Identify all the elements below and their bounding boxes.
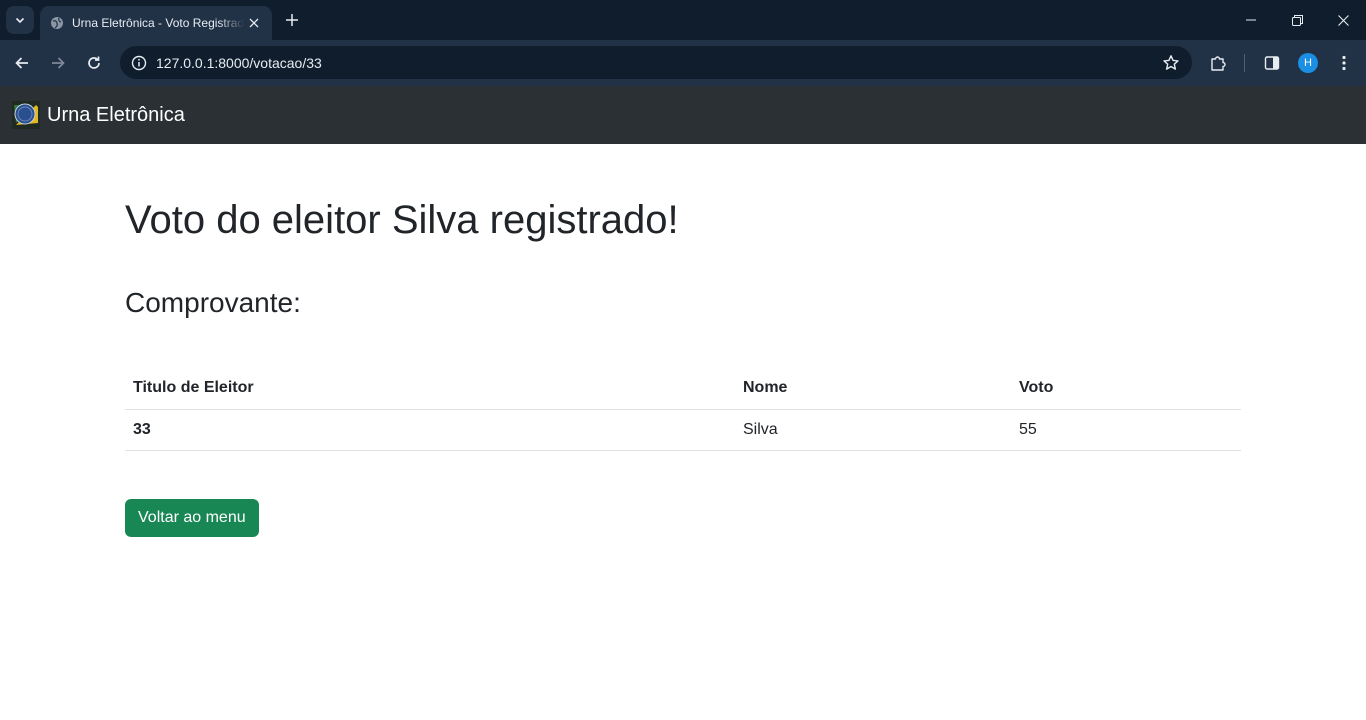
- page-title: Voto do eleitor Silva registrado!: [125, 198, 679, 242]
- extensions-button[interactable]: [1206, 51, 1230, 75]
- browser-tabstrip: Urna Eletrônica - Voto Registrado: [0, 0, 1366, 40]
- side-panel-button[interactable]: [1260, 51, 1284, 75]
- minimize-button[interactable]: [1228, 0, 1274, 40]
- back-to-menu-button[interactable]: Voltar ao menu: [125, 498, 259, 537]
- forward-button[interactable]: [44, 49, 72, 77]
- close-window-button[interactable]: [1320, 0, 1366, 40]
- restore-icon: [1291, 14, 1303, 26]
- browser-tab-active[interactable]: Urna Eletrônica - Voto Registrado: [40, 6, 272, 40]
- bookmark-button[interactable]: [1162, 54, 1180, 72]
- reload-icon: [88, 56, 100, 69]
- app-navbar: Urna Eletrônica: [0, 86, 1366, 144]
- arrow-right-icon: [52, 57, 65, 69]
- minimize-icon: [1246, 19, 1256, 21]
- main-content: Voto do eleitor Silva registrado! Compro…: [125, 144, 1241, 537]
- plus-icon: [286, 14, 298, 26]
- chevron-down-icon: [15, 17, 25, 24]
- address-bar[interactable]: 127.0.0.1:8000/votacao/33: [120, 46, 1192, 79]
- close-icon: [1337, 14, 1349, 26]
- new-tab-button[interactable]: [282, 10, 302, 30]
- receipt-table: Titulo de Eleitor Nome Voto 33 Silva 55: [125, 368, 1241, 451]
- column-header-vote: Voto: [1011, 368, 1241, 410]
- side-panel-icon: [1264, 56, 1280, 70]
- info-icon: [131, 55, 147, 70]
- reload-button[interactable]: [80, 49, 108, 77]
- cell-vote: 55: [1011, 409, 1241, 451]
- toolbar-divider: [1244, 54, 1245, 72]
- profile-avatar[interactable]: H: [1298, 53, 1318, 73]
- url-text[interactable]: 127.0.0.1:8000/votacao/33: [156, 55, 322, 71]
- browser-toolbar: 127.0.0.1:8000/votacao/33: [0, 40, 1366, 86]
- kebab-icon: [1342, 55, 1346, 71]
- star-icon: [1163, 55, 1179, 70]
- brand-logo-icon[interactable]: [12, 101, 40, 129]
- tab-close-button[interactable]: [246, 15, 262, 31]
- browser-menu-button[interactable]: [1332, 51, 1356, 75]
- tab-search-button[interactable]: [6, 6, 34, 34]
- cell-name: Silva: [735, 409, 1011, 451]
- cell-voter-id: 33: [125, 409, 735, 451]
- back-button[interactable]: [8, 49, 36, 77]
- column-header-name: Nome: [735, 368, 1011, 410]
- column-header-voter-id: Titulo de Eleitor: [125, 368, 735, 410]
- site-info-button[interactable]: [122, 46, 156, 79]
- puzzle-icon: [1211, 56, 1226, 71]
- brand-name[interactable]: Urna Eletrônica: [47, 104, 185, 127]
- restore-button[interactable]: [1274, 0, 1320, 40]
- table-row: 33 Silva 55: [125, 409, 1241, 451]
- globe-icon: [50, 16, 64, 30]
- arrow-left-icon: [15, 57, 28, 69]
- receipt-heading: Comprovante:: [125, 287, 301, 318]
- table-header-row: Titulo de Eleitor Nome Voto: [125, 368, 1241, 410]
- close-icon: [249, 18, 259, 28]
- tab-title: Urna Eletrônica - Voto Registrado: [72, 16, 244, 30]
